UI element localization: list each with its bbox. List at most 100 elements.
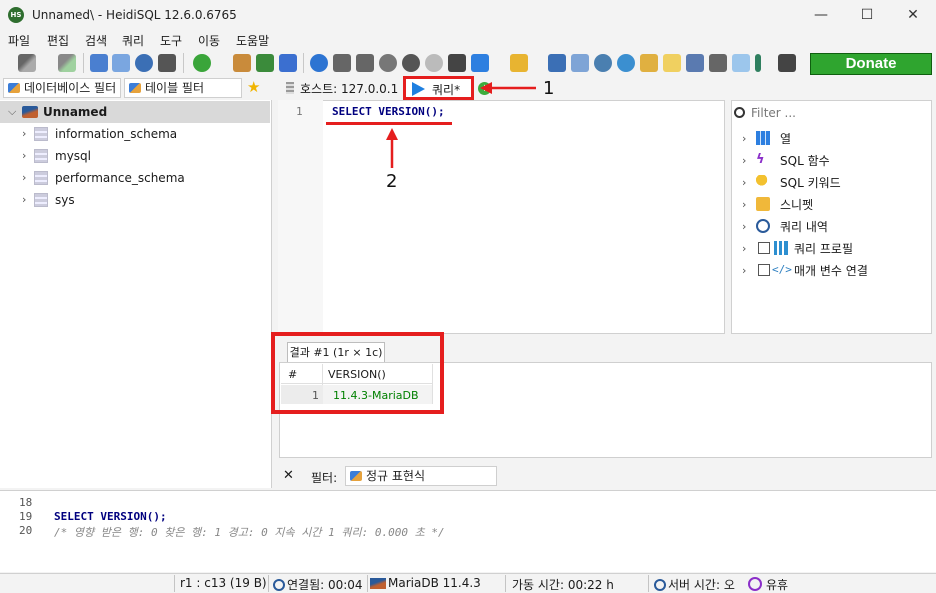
chevron-right-icon[interactable]: › (742, 198, 746, 211)
status-uptime: 가동 시간: 00:22 h (512, 578, 614, 592)
database-filter-input[interactable]: 데이터베이스 필터 (3, 78, 121, 98)
favorites-star-icon[interactable]: ★ (247, 78, 260, 96)
disconnect-icon[interactable] (58, 54, 76, 72)
tree-item-database[interactable]: › mysql (0, 145, 270, 167)
bind-params-checkbox[interactable] (758, 264, 770, 276)
open-file-icon[interactable] (510, 54, 528, 72)
helper-item-snippets[interactable]: › 스니펫 (742, 194, 932, 214)
database-icon (34, 149, 48, 163)
helper-item-query-profile[interactable]: › 쿼리 프로필 (742, 238, 932, 258)
status-separator (505, 575, 506, 592)
post-record-icon[interactable] (425, 54, 443, 72)
helper-item-bind-params[interactable]: › </> 매개 변수 연결 (742, 260, 932, 280)
add-record-icon[interactable] (379, 54, 397, 72)
wrap-icon[interactable] (709, 54, 727, 72)
code-icon: </> (772, 263, 792, 276)
query-profile-checkbox[interactable] (758, 242, 770, 254)
menu-search[interactable]: 검색 (85, 32, 107, 49)
tree-item-database[interactable]: › sys (0, 189, 270, 211)
log-line-number: 19 (19, 510, 33, 523)
chevron-right-icon[interactable]: › (22, 193, 26, 206)
clock-icon (756, 219, 770, 233)
replace-icon[interactable] (617, 54, 635, 72)
database-icon (34, 171, 48, 185)
chevron-right-icon[interactable]: › (22, 171, 26, 184)
helper-item-sql-functions[interactable]: › ϟ SQL 함수 (742, 150, 932, 170)
semicolon-icon[interactable] (755, 54, 761, 72)
chevron-right-icon[interactable]: › (22, 127, 26, 140)
table-filter-input[interactable]: 테이블 필터 (124, 78, 242, 98)
find-icon[interactable] (594, 54, 612, 72)
chevron-right-icon[interactable]: › (742, 132, 746, 145)
chevron-right-icon[interactable]: › (22, 149, 26, 162)
chevron-right-icon[interactable]: › (742, 154, 746, 167)
last-record-icon[interactable] (356, 54, 374, 72)
menu-tools[interactable]: 도구 (160, 32, 182, 49)
app-icon: HS (8, 7, 24, 23)
sql-editor[interactable] (278, 100, 725, 334)
autocomplete-icon[interactable] (732, 54, 750, 72)
chevron-down-icon[interactable]: ⌵ (8, 105, 16, 119)
window-title: Unnamed\ - HeidiSQL 12.6.0.6765 (32, 8, 237, 22)
helper-filter-input[interactable]: Filter ... (731, 103, 932, 123)
close-filter-icon[interactable]: ✕ (283, 468, 294, 483)
lightning-icon: ϟ (756, 152, 765, 167)
warning-icon[interactable] (663, 54, 681, 72)
print-icon[interactable] (158, 54, 176, 72)
helper-item-columns[interactable]: › 열 (742, 128, 932, 148)
maximize-button[interactable]: ☐ (844, 0, 890, 30)
chevron-right-icon[interactable]: › (742, 242, 746, 255)
result-filter-input[interactable]: 정규 표현식 (345, 466, 497, 486)
save-icon[interactable] (548, 54, 566, 72)
menu-help[interactable]: 도움말 (236, 32, 269, 49)
helper-item-label: 매개 변수 연결 (794, 264, 868, 278)
cancel-record-icon[interactable] (448, 54, 466, 72)
database-label: sys (55, 193, 75, 207)
helper-item-query-history[interactable]: › 쿼리 내역 (742, 216, 932, 236)
copy-icon[interactable] (90, 54, 108, 72)
line-number: 1 (296, 105, 303, 118)
first-record-icon[interactable] (333, 54, 351, 72)
close-button[interactable]: ✕ (890, 0, 936, 30)
chevron-right-icon[interactable]: › (742, 264, 746, 277)
refresh-icon[interactable] (193, 54, 211, 72)
helper-item-sql-keywords[interactable]: › SQL 키워드 (742, 172, 932, 192)
database-label: performance_schema (55, 171, 185, 185)
minimize-button[interactable]: — (798, 0, 844, 30)
help-icon[interactable] (310, 54, 328, 72)
mariadb-seal-icon (22, 106, 38, 118)
save-as-icon[interactable] (571, 54, 589, 72)
result-filter-placeholder: 정규 표현식 (366, 469, 426, 483)
close-tab-icon[interactable] (778, 54, 796, 72)
menu-query[interactable]: 쿼리 (122, 32, 144, 49)
menu-edit[interactable]: 편집 (47, 32, 69, 49)
export-icon[interactable] (256, 54, 274, 72)
tab-query[interactable]: 쿼리* (403, 76, 474, 100)
tree-item-database[interactable]: › performance_schema (0, 167, 270, 189)
tree-item-session[interactable]: ⌵ Unnamed (0, 101, 270, 123)
chevron-right-icon[interactable]: › (742, 220, 746, 233)
menu-go[interactable]: 이동 (198, 32, 220, 49)
log-line-number: 18 (19, 496, 33, 509)
delete-record-icon[interactable] (402, 54, 420, 72)
database-filter-placeholder: 데이터베이스 필터 (24, 81, 117, 95)
transfer-icon[interactable] (279, 54, 297, 72)
undo-icon[interactable] (135, 54, 153, 72)
search-icon (734, 107, 745, 118)
chevron-right-icon[interactable]: › (742, 176, 746, 189)
key-icon (756, 175, 770, 189)
paste-icon[interactable] (112, 54, 130, 72)
annotation-arrow-2 (386, 128, 398, 168)
beautify-icon[interactable] (640, 54, 658, 72)
database-icon (34, 193, 48, 207)
user-manager-icon[interactable] (233, 54, 251, 72)
tree-item-database[interactable]: › information_schema (0, 123, 270, 145)
menu-file[interactable]: 파일 (8, 32, 30, 49)
connect-icon[interactable] (18, 54, 36, 72)
status-separator (648, 575, 649, 592)
annotation-underline (326, 122, 452, 125)
run-icon[interactable] (471, 54, 489, 72)
donate-button[interactable]: Donate (810, 53, 932, 75)
binary-icon[interactable] (686, 54, 704, 72)
tab-host[interactable]: 호스트: 127.0.0.1 (300, 80, 398, 97)
